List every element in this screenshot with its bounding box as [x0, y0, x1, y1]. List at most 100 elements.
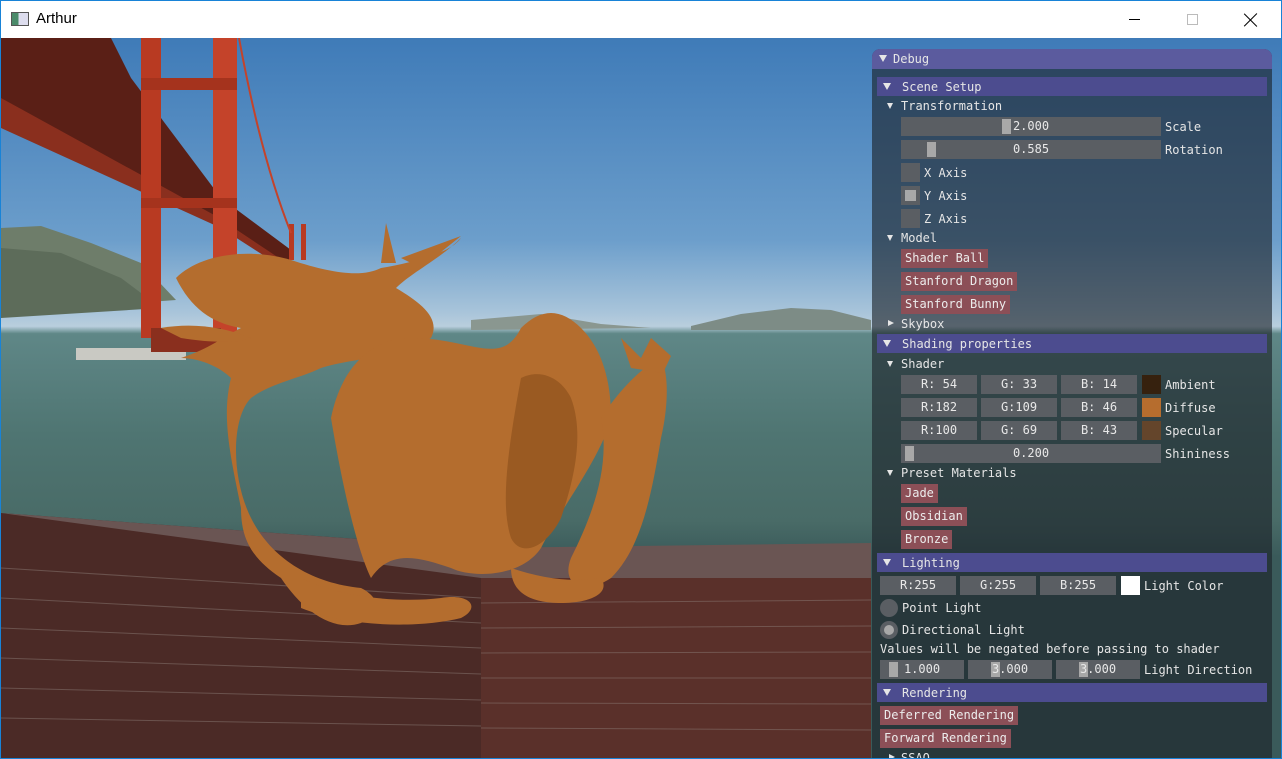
- bronze-button[interactable]: Bronze: [901, 530, 953, 549]
- collapse-arrow-icon: [883, 559, 891, 566]
- skybox-node[interactable]: Skybox: [901, 317, 944, 331]
- collapse-arrow-icon: [883, 340, 891, 347]
- jade-button[interactable]: Jade: [901, 484, 938, 503]
- diffuse-b-field[interactable]: B: 46: [1061, 398, 1137, 417]
- point-light-radio[interactable]: [880, 599, 898, 617]
- ambient-b-field[interactable]: B: 14: [1061, 375, 1137, 394]
- tree-arrow-icon[interactable]: [887, 235, 893, 241]
- preset-materials-node[interactable]: Preset Materials: [901, 466, 1017, 480]
- tower-crossbeam: [141, 78, 237, 90]
- collapse-arrow-icon: [883, 689, 891, 696]
- slider-grab[interactable]: [889, 662, 898, 677]
- slider-grab[interactable]: [905, 446, 914, 461]
- rotation-label: Rotation: [1165, 143, 1223, 157]
- forward-rendering-button[interactable]: Forward Rendering: [880, 729, 1011, 748]
- far-tower-leg-right: [301, 224, 306, 260]
- rendering-label: Rendering: [902, 686, 968, 700]
- tree-arrow-right-icon[interactable]: [889, 754, 895, 758]
- tower-crossbeam-lower: [141, 198, 237, 208]
- close-icon: [1244, 13, 1258, 27]
- window-title: Arthur: [36, 10, 77, 27]
- ambient-g-field[interactable]: G: 33: [981, 375, 1057, 394]
- y-axis-checkbox[interactable]: [901, 186, 920, 205]
- slider-grab[interactable]: [1002, 119, 1011, 134]
- deferred-rendering-button[interactable]: Deferred Rendering: [880, 706, 1019, 725]
- negation-note: Values will be negated before passing to…: [880, 642, 1220, 656]
- minimize-button[interactable]: [1111, 1, 1157, 38]
- collapse-arrow-icon[interactable]: [879, 55, 887, 62]
- model-node[interactable]: Model: [901, 231, 937, 245]
- check-mark: [905, 190, 916, 201]
- light-direction-y-value: 3.000: [991, 662, 1029, 676]
- slider-grab[interactable]: [927, 142, 936, 157]
- close-button[interactable]: [1228, 1, 1274, 38]
- light-color-label: Light Color: [1144, 579, 1224, 593]
- debug-title: Debug: [893, 52, 930, 66]
- stanford-bunny-button[interactable]: Stanford Bunny: [901, 295, 1011, 314]
- render-viewport[interactable]: Debug Scene Setup Transformation 2.000 S…: [1, 38, 1281, 758]
- diffuse-color-swatch[interactable]: [1142, 398, 1161, 417]
- rotation-value: 0.585: [1012, 142, 1050, 156]
- specular-label: Specular: [1165, 424, 1223, 438]
- rendering-header[interactable]: Rendering: [877, 683, 1267, 702]
- light-direction-label: Light Direction: [1144, 663, 1253, 677]
- diffuse-r-field[interactable]: R:182: [901, 398, 977, 417]
- x-axis-checkbox[interactable]: [901, 163, 920, 182]
- shininess-slider[interactable]: 0.200: [901, 444, 1161, 463]
- stanford-dragon-button[interactable]: Stanford Dragon: [901, 272, 1018, 291]
- shading-properties-label: Shading properties: [902, 337, 1033, 351]
- specular-b-field[interactable]: B: 43: [1061, 421, 1137, 440]
- diffuse-g-field[interactable]: G:109: [981, 398, 1057, 417]
- scene-setup-label: Scene Setup: [902, 80, 982, 94]
- radio-dot: [884, 625, 894, 635]
- ssao-node[interactable]: SSAO: [901, 751, 930, 758]
- ambient-r-field[interactable]: R: 54: [901, 375, 977, 394]
- title-bar: Arthur: [1, 1, 1281, 38]
- ambient-color-swatch[interactable]: [1142, 375, 1161, 394]
- light-color-b-field[interactable]: B:255: [1040, 576, 1116, 595]
- shading-properties-header[interactable]: Shading properties: [877, 334, 1267, 353]
- shader-ball-button[interactable]: Shader Ball: [901, 249, 989, 268]
- obsidian-button[interactable]: Obsidian: [901, 507, 967, 526]
- x-axis-label: X Axis: [924, 166, 968, 180]
- scale-slider[interactable]: 2.000: [901, 117, 1161, 136]
- light-direction-z-drag[interactable]: 3.000: [1056, 660, 1140, 679]
- shader-node[interactable]: Shader: [901, 357, 944, 371]
- light-color-r-field[interactable]: R:255: [880, 576, 956, 595]
- app-window: Arthur Debug Scene Setup Transformation …: [0, 0, 1282, 759]
- z-axis-checkbox[interactable]: [901, 209, 920, 228]
- point-light-label: Point Light: [902, 601, 982, 615]
- tree-arrow-icon[interactable]: [887, 470, 893, 476]
- tree-arrow-icon[interactable]: [887, 361, 893, 367]
- debug-window[interactable]: Debug Scene Setup Transformation 2.000 S…: [872, 49, 1272, 758]
- specular-color-swatch[interactable]: [1142, 421, 1161, 440]
- lighting-header[interactable]: Lighting: [877, 553, 1267, 572]
- maximize-button[interactable]: [1169, 1, 1215, 38]
- specular-r-field[interactable]: R:100: [901, 421, 977, 440]
- lighting-label: Lighting: [902, 556, 960, 570]
- rotation-slider[interactable]: 0.585: [901, 140, 1161, 159]
- scale-value: 2.000: [1012, 119, 1050, 133]
- z-axis-label: Z Axis: [924, 212, 968, 226]
- scene-setup-header[interactable]: Scene Setup: [877, 77, 1267, 96]
- light-direction-x-value: 1.000: [903, 662, 941, 676]
- suspension-cable: [238, 38, 292, 234]
- light-direction-y-drag[interactable]: 3.000: [968, 660, 1052, 679]
- collapse-arrow-icon: [883, 83, 891, 90]
- specular-g-field[interactable]: G: 69: [981, 421, 1057, 440]
- transformation-node[interactable]: Transformation: [901, 99, 1002, 113]
- ambient-label: Ambient: [1165, 378, 1216, 392]
- light-color-g-field[interactable]: G:255: [960, 576, 1036, 595]
- maximize-icon: [1186, 14, 1198, 25]
- light-direction-x-drag[interactable]: 1.000: [880, 660, 964, 679]
- shininess-label: Shininess: [1165, 447, 1231, 461]
- directional-light-radio[interactable]: [880, 621, 898, 639]
- y-axis-label: Y Axis: [924, 189, 968, 203]
- tree-arrow-icon[interactable]: [887, 103, 893, 109]
- diffuse-label: Diffuse: [1165, 401, 1216, 415]
- shininess-value: 0.200: [1012, 446, 1050, 460]
- light-color-swatch[interactable]: [1121, 576, 1140, 595]
- tree-arrow-right-icon[interactable]: [888, 320, 894, 326]
- debug-title-bar[interactable]: Debug: [872, 49, 1272, 69]
- directional-light-label: Directional Light: [902, 623, 1025, 637]
